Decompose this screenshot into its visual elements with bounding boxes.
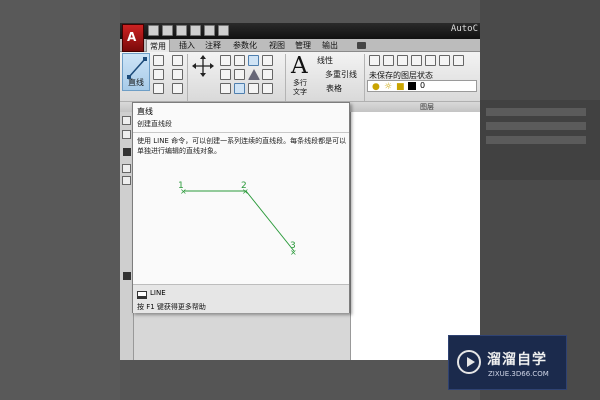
- redo-icon[interactable]: [204, 25, 215, 36]
- stretch-icon[interactable]: [234, 69, 245, 80]
- tab-insert[interactable]: 插入: [176, 39, 198, 52]
- line-button[interactable]: 直线: [122, 53, 150, 91]
- layer-group-title[interactable]: 图层: [420, 102, 434, 112]
- tab-parametric[interactable]: 参数化: [230, 39, 260, 52]
- copy-icon[interactable]: [248, 55, 259, 66]
- erase-icon[interactable]: [248, 83, 259, 94]
- layer-lock-icon[interactable]: [425, 55, 436, 66]
- tab-view[interactable]: 视图: [266, 39, 288, 52]
- help-hint: 按 F1 键获得更多帮助: [137, 303, 206, 311]
- multiline-text-icon[interactable]: A: [291, 54, 308, 78]
- lightbulb-icon: ●: [372, 82, 380, 92]
- offset-icon[interactable]: [220, 83, 231, 94]
- save-icon[interactable]: [176, 25, 187, 36]
- watermark-name: 溜溜自学: [487, 352, 547, 368]
- mirror-icon[interactable]: [262, 55, 273, 66]
- layer-match-icon[interactable]: [439, 55, 450, 66]
- point-marker-icon: ×: [290, 248, 297, 257]
- hatch-icon[interactable]: [172, 83, 183, 94]
- tab-output[interactable]: 输出: [319, 39, 341, 52]
- spline-icon[interactable]: [172, 55, 183, 66]
- palette-item-icon[interactable]: [123, 148, 131, 156]
- background-left: [0, 0, 120, 400]
- circle-icon[interactable]: [153, 69, 164, 80]
- quick-access-toolbar: [148, 25, 229, 36]
- tree-expand-icon[interactable]: [122, 164, 131, 173]
- command-line-icon: [137, 291, 147, 299]
- rotate-icon[interactable]: [220, 55, 231, 66]
- sun-icon: ☼: [384, 82, 393, 92]
- drawing-canvas[interactable]: [350, 112, 480, 360]
- ghost-row: [486, 136, 586, 144]
- group-divider: [187, 54, 188, 106]
- new-icon[interactable]: [148, 25, 159, 36]
- tab-home[interactable]: 常用: [146, 39, 170, 52]
- arc-icon[interactable]: [153, 83, 164, 94]
- fillet-icon[interactable]: [220, 69, 231, 80]
- table-button[interactable]: 表格: [326, 83, 342, 94]
- current-layer-name: 0: [420, 81, 426, 90]
- layer-off-icon[interactable]: [397, 55, 408, 66]
- line-button-label: 直线: [128, 78, 144, 87]
- point-marker-icon: ×: [242, 187, 249, 196]
- scale-icon[interactable]: [248, 69, 260, 80]
- application-menu-button[interactable]: A: [122, 24, 144, 52]
- point-marker-icon: ×: [180, 187, 187, 196]
- multiline-text-label[interactable]: 多行 文字: [290, 79, 310, 97]
- polyline-icon[interactable]: [153, 55, 164, 66]
- layer-isolate-icon[interactable]: [383, 55, 394, 66]
- open-icon[interactable]: [162, 25, 173, 36]
- ribbon-tabs: 常用 插入 注释 参数化 视图 管理 输出: [120, 39, 480, 52]
- segment-2-3: [245, 190, 295, 252]
- line-example-diagram: 1 2 3 × × ×: [178, 181, 297, 257]
- multileader-button[interactable]: 多重引线: [325, 69, 357, 80]
- title-bar: AutoC: [120, 23, 480, 39]
- command-name: LINE: [150, 289, 166, 297]
- palette-item-icon[interactable]: [123, 272, 131, 280]
- tab-annotate[interactable]: 注释: [202, 39, 224, 52]
- layer-color-swatch: [408, 82, 416, 90]
- tree-expand-icon[interactable]: [122, 176, 131, 185]
- lock-icon: ■: [396, 82, 405, 92]
- line-tooltip: 直线 创建直线段 使用 LINE 命令，可以创建一系列连续的直线段。每条线段都是…: [132, 102, 350, 313]
- window-title: AutoC: [450, 24, 478, 34]
- explode-icon[interactable]: [234, 83, 245, 94]
- undo-icon[interactable]: [190, 25, 201, 36]
- ghost-row: [486, 108, 586, 116]
- layer-previous-icon[interactable]: [453, 55, 464, 66]
- ribbon-minimize-icon[interactable]: [357, 42, 366, 49]
- watermark-url: ZIXUE.3D66.COM: [488, 370, 549, 378]
- logo-letter: A: [127, 30, 137, 44]
- palette-item-icon[interactable]: [122, 130, 131, 139]
- break-icon[interactable]: [262, 83, 273, 94]
- palette-item-icon[interactable]: [122, 116, 131, 125]
- print-icon[interactable]: [218, 25, 229, 36]
- layer-properties-icon[interactable]: [369, 55, 380, 66]
- group-divider: [285, 54, 286, 106]
- rectangle-icon[interactable]: [172, 69, 183, 80]
- linear-dimension-button[interactable]: 线性: [317, 55, 333, 66]
- layer-freeze-icon[interactable]: [411, 55, 422, 66]
- watermark: 溜溜自学 ZIXUE.3D66.COM: [448, 335, 567, 390]
- play-icon: [457, 350, 481, 374]
- tooltip-footer: LINE 按 F1 键获得更多帮助: [133, 284, 349, 313]
- ghost-row: [486, 122, 586, 130]
- move-icon[interactable]: [192, 55, 214, 77]
- line-icon: [127, 57, 147, 79]
- trim-icon[interactable]: [234, 55, 245, 66]
- array-icon[interactable]: [262, 69, 273, 80]
- group-divider: [364, 54, 365, 106]
- tab-manage[interactable]: 管理: [292, 39, 314, 52]
